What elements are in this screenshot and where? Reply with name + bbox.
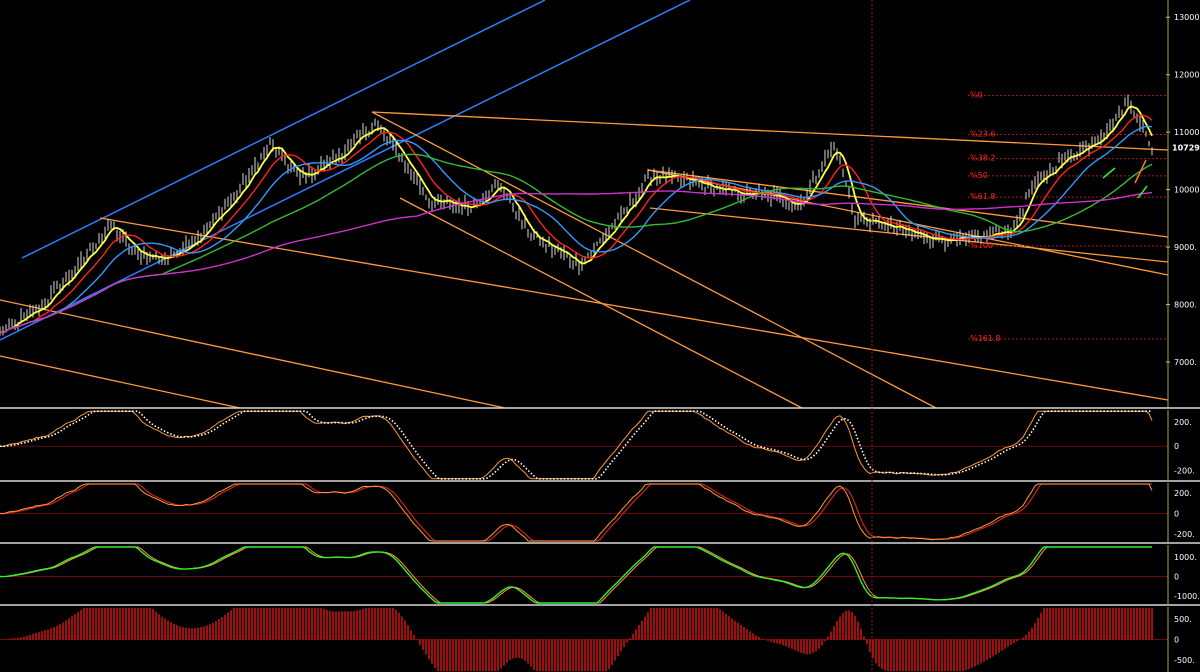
y-tick-label: -1000. — [1174, 592, 1200, 601]
y-tick-label: -200. — [1174, 466, 1195, 475]
fibonacci-label: %161.8 — [970, 334, 1001, 343]
y-tick-label: 0 — [1174, 636, 1179, 645]
y-tick-label: 0 — [1174, 572, 1179, 581]
y-tick-label: -500. — [1174, 656, 1195, 665]
y-tick-label: 1000. — [1174, 553, 1197, 562]
stock-chart: %0%23.6%38.2%50%61.8%100%161.8 200.0-200… — [0, 0, 1200, 672]
last-price-label: 10729.4 — [1172, 144, 1200, 153]
y-tick-label: 13000. — [1174, 13, 1200, 22]
fibonacci-label: %50 — [970, 171, 988, 180]
y-tick-label: 10000. — [1174, 186, 1200, 195]
fibonacci-label: %61.8 — [970, 192, 995, 201]
y-tick-label: 500. — [1174, 615, 1192, 624]
y-tick-label: 200. — [1174, 489, 1192, 498]
y-tick-label: 0 — [1174, 510, 1179, 519]
fibonacci-label: %38.2 — [970, 154, 995, 163]
y-tick-label: 7000. — [1174, 358, 1197, 367]
y-tick-label: 0 — [1174, 442, 1179, 451]
y-tick-label: 9000. — [1174, 243, 1197, 252]
y-tick-label: 8000. — [1174, 301, 1197, 310]
y-tick-label: -200. — [1174, 530, 1195, 539]
y-tick-label: 12000. — [1174, 71, 1200, 80]
fibonacci-label: %23.6 — [970, 129, 995, 138]
fibonacci-label: %0 — [970, 90, 983, 99]
y-tick-label: 200. — [1174, 418, 1192, 427]
y-tick-label: 11000. — [1174, 128, 1200, 137]
